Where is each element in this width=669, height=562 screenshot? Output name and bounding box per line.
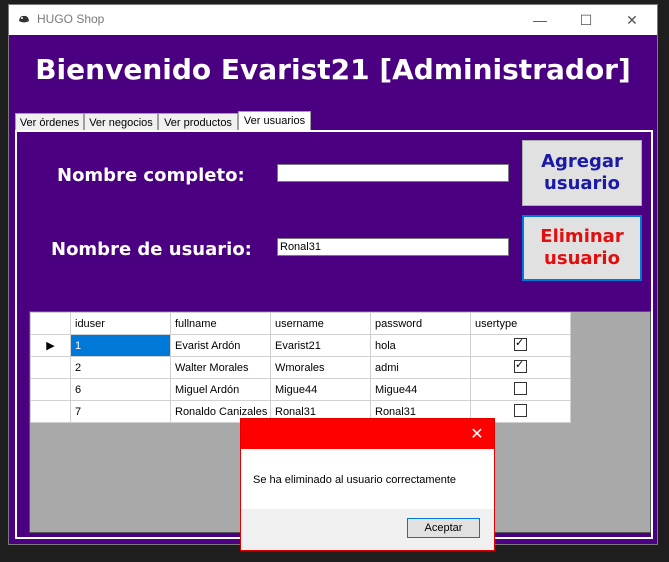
usertype-checkbox[interactable] — [514, 403, 527, 417]
tab-ver-negocios[interactable]: Ver negocios — [84, 113, 158, 131]
dialog-message: Se ha eliminado al usuario correctamente — [253, 474, 457, 486]
column-header-usertype[interactable]: usertype — [470, 312, 571, 335]
tab-ver-productos[interactable]: Ver productos — [158, 113, 238, 131]
row-selector[interactable] — [30, 378, 71, 401]
app-icon — [19, 15, 29, 23]
welcome-heading: Bienvenido Evarist21 [Administrador] — [35, 53, 631, 86]
title-bar: HUGO Shop — ☐ ✕ — [9, 5, 657, 35]
dialog-close-button[interactable]: ✕ — [460, 419, 494, 449]
column-header-password[interactable]: password — [370, 312, 471, 335]
cell-fullname[interactable]: Walter Morales — [170, 356, 271, 379]
cell-iduser[interactable]: 6 — [70, 378, 171, 401]
cell-iduser[interactable]: 2 — [70, 356, 171, 379]
column-header-fullname[interactable]: fullname — [170, 312, 271, 335]
usertype-checkbox[interactable] — [514, 358, 527, 373]
cell-usertype[interactable] — [470, 334, 571, 357]
table-row[interactable]: ▶ 1 Evarist Ardón Evarist21 hola — [30, 334, 571, 357]
cell-iduser[interactable]: 1 — [70, 334, 171, 357]
tab-ver-usuarios[interactable]: Ver usuarios — [238, 111, 311, 132]
dialog-title-bar: ✕ — [241, 419, 494, 449]
table-row[interactable]: 2 Walter Morales Wmorales admi — [30, 356, 571, 379]
cell-username[interactable]: Evarist21 — [270, 334, 371, 357]
maximize-button[interactable]: ☐ — [563, 5, 609, 35]
cell-fullname[interactable]: Miguel Ardón — [170, 378, 271, 401]
row-selector[interactable] — [30, 400, 71, 423]
row-selector[interactable] — [30, 356, 71, 379]
tab-ver-ordenes[interactable]: Ver órdenes — [15, 113, 84, 131]
cell-fullname[interactable]: Evarist Ardón — [170, 334, 271, 357]
close-button[interactable]: ✕ — [609, 5, 655, 35]
cell-password[interactable]: admi — [370, 356, 471, 379]
username-label: Nombre de usuario: — [51, 239, 252, 260]
minimize-button[interactable]: — — [517, 5, 563, 35]
cell-usertype[interactable] — [470, 378, 571, 401]
cell-password[interactable]: Migue44 — [370, 378, 471, 401]
cell-password[interactable]: hola — [370, 334, 471, 357]
username-input[interactable]: Ronal31 — [277, 238, 509, 256]
column-header-username[interactable]: username — [270, 312, 371, 335]
table-header-row: iduser fullname username password userty… — [30, 312, 571, 335]
add-user-button[interactable]: Agregar usuario — [522, 140, 642, 206]
row-selector[interactable]: ▶ — [30, 334, 71, 357]
dialog-body: Se ha eliminado al usuario correctamente — [241, 449, 494, 509]
message-dialog: ✕ Se ha eliminado al usuario correctamen… — [240, 418, 495, 551]
users-table: iduser fullname username password userty… — [30, 312, 571, 423]
delete-user-button[interactable]: Eliminar usuario — [522, 215, 642, 281]
column-header-iduser[interactable]: iduser — [70, 312, 171, 335]
dialog-ok-button[interactable]: Aceptar — [407, 518, 480, 538]
fullname-input[interactable] — [277, 164, 509, 182]
window-title: HUGO Shop — [37, 12, 105, 26]
cell-usertype[interactable] — [470, 356, 571, 379]
cell-iduser[interactable]: 7 — [70, 400, 171, 423]
table-row[interactable]: 6 Miguel Ardón Migue44 Migue44 — [30, 378, 571, 401]
cell-username[interactable]: Migue44 — [270, 378, 371, 401]
usertype-checkbox[interactable] — [514, 381, 527, 395]
fullname-label: Nombre completo: — [57, 165, 245, 186]
cell-username[interactable]: Wmorales — [270, 356, 371, 379]
row-header-corner — [30, 312, 71, 335]
usertype-checkbox[interactable] — [514, 336, 527, 351]
